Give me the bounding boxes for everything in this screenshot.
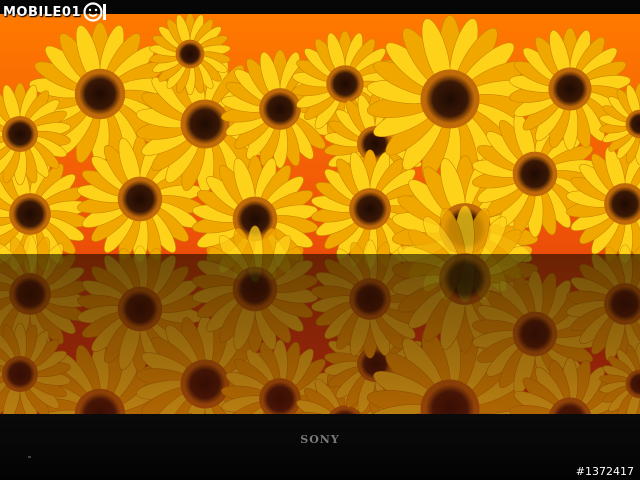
watermark-text: MOBILE01	[3, 4, 81, 20]
sunflower-scene	[0, 14, 640, 414]
tv-brand-logo: SONY	[300, 433, 340, 446]
photo-frame: SONY MOBILE01 #1372417	[0, 0, 640, 480]
tv-bezel	[0, 414, 640, 480]
reflection-shade	[0, 254, 640, 414]
mobile01-smiley-logo-icon	[83, 2, 106, 22]
power-indicator	[28, 456, 31, 458]
photo-id: #1372417	[575, 465, 634, 478]
tv-screen	[0, 14, 640, 415]
watermark: MOBILE01	[3, 1, 108, 23]
